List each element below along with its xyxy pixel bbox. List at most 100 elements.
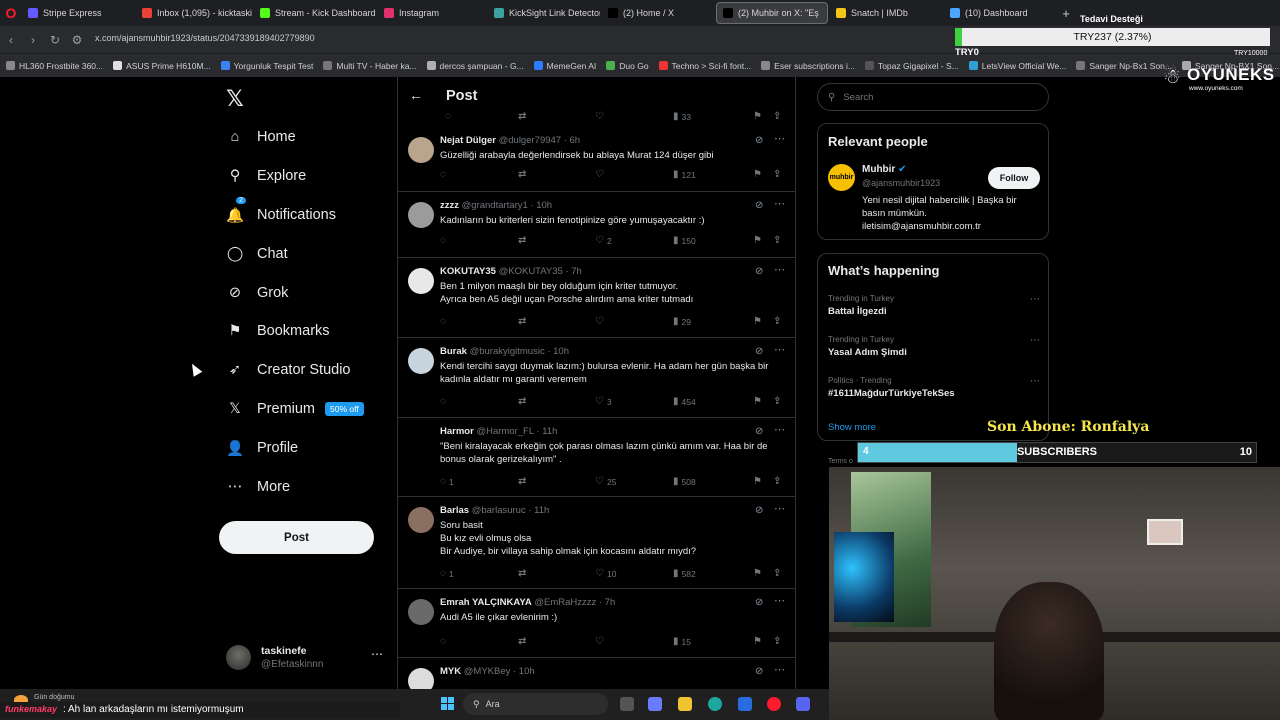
views-button[interactable]: ▮ 508 xyxy=(673,476,696,487)
opera-icon[interactable] xyxy=(767,697,781,711)
opera-logo-icon[interactable]: O xyxy=(0,0,22,26)
tweet-handle[interactable]: @MYKBey · 10h xyxy=(464,666,535,677)
bookmark-icon[interactable]: ⚑ xyxy=(753,111,765,122)
reply-tweet[interactable]: zzzz @grandtartary1 · 10h ⊘ ⋯ Kadınların bu… xyxy=(398,192,795,258)
more-icon[interactable]: ⋯ xyxy=(774,423,785,436)
start-icon[interactable] xyxy=(441,697,455,711)
reload-icon[interactable]: ↻ xyxy=(44,33,66,47)
avatar[interactable] xyxy=(408,599,434,625)
views-button[interactable]: ▮ 121 xyxy=(673,169,696,180)
grok-icon[interactable]: ⊘ xyxy=(755,346,763,357)
back-arrow-icon[interactable]: ← xyxy=(409,87,423,103)
bookmark-button[interactable]: ⚑ xyxy=(753,235,765,246)
bookmark-item[interactable]: Sanger Np-Bx1 Son... xyxy=(1076,61,1172,71)
reply-tweet[interactable]: Emrah YALÇINKAYA @EmRaHzzzz · 7h ⊘ ⋯ Audi A… xyxy=(398,589,795,658)
trend-item[interactable]: Trending in Turkey Yasal Adım Şimdi ⋯ xyxy=(828,335,1040,358)
share-button[interactable]: ⇪ xyxy=(773,235,784,246)
tweet-handle[interactable]: @KOKUTAY35 · 7h xyxy=(499,266,582,277)
browser-tab[interactable]: Snatch | IMDb xyxy=(830,2,942,24)
browser-tab[interactable]: (10) Dashboard xyxy=(944,2,1056,24)
retweet-button[interactable]: ⇄ xyxy=(518,396,529,407)
grok-icon[interactable]: ⊘ xyxy=(755,135,763,146)
retweet-button[interactable]: ⇄ xyxy=(518,169,529,180)
trend-item[interactable]: Politics · Trending #1611MağdurTürkiyeTek… xyxy=(828,376,1040,399)
browser-tab[interactable]: Stream - Kick Dashboard xyxy=(254,2,376,24)
like-button[interactable]: ♡ 2 xyxy=(595,235,612,246)
reply-button[interactable]: ◌ xyxy=(440,316,449,327)
bookmark-button[interactable]: ⚑ xyxy=(753,476,765,487)
tweet-author[interactable]: Nejat Dülger xyxy=(440,135,496,146)
tweet-handle[interactable]: @grandtartary1 · 10h xyxy=(462,200,552,211)
avatar[interactable] xyxy=(408,268,434,294)
store-icon[interactable] xyxy=(738,697,752,711)
tweet-author[interactable]: MYK xyxy=(440,666,461,677)
more-icon[interactable]: ⋯ xyxy=(1030,335,1040,346)
sidebar-item-more[interactable]: ⋯ More xyxy=(226,473,290,501)
share-button[interactable]: ⇪ xyxy=(773,169,784,180)
bookmark-item[interactable]: Multi TV - Haber ka... xyxy=(323,61,417,71)
bookmark-button[interactable]: ⚑ xyxy=(753,568,765,579)
reply-button[interactable]: ◌ xyxy=(440,169,449,180)
like-button[interactable]: ♡ xyxy=(595,316,607,327)
weather-widget[interactable]: Gün doğumu xyxy=(34,694,74,701)
retweet-button[interactable]: ⇄ xyxy=(518,235,529,246)
reply-tweet[interactable]: Burak @burakyigitmusic · 10h ⊘ ⋯ Kendi terc… xyxy=(398,338,795,418)
taskbar-search[interactable]: ⚲ Ara xyxy=(463,693,608,715)
like-button[interactable]: ♡ 25 xyxy=(595,476,616,487)
share-button[interactable]: ⇪ xyxy=(773,476,784,487)
like-button[interactable]: ♡ 3 xyxy=(595,396,612,407)
tweet-author[interactable]: Harmor xyxy=(440,426,474,437)
views-button[interactable]: ▮ 150 xyxy=(673,235,696,246)
retweet-icon[interactable]: ⇄ xyxy=(518,111,529,122)
bookmark-button[interactable]: ⚑ xyxy=(753,636,765,647)
retweet-button[interactable]: ⇄ xyxy=(518,476,529,487)
person-name[interactable]: Muhbir ✔ xyxy=(862,164,907,175)
sidebar-item-explore[interactable]: ⚲ Explore xyxy=(226,162,306,190)
bookmark-item[interactable]: LetsView Official We... xyxy=(968,61,1066,71)
tweet-handle[interactable]: @barlasuruc · 11h xyxy=(472,505,550,516)
more-icon[interactable]: ⋯ xyxy=(1030,376,1040,387)
tweet-handle[interactable]: @dulger79947 · 6h xyxy=(499,135,580,146)
browser-tab[interactable]: KickSight Link Detector xyxy=(488,2,600,24)
browser-tab[interactable]: Stripe Express xyxy=(22,2,134,24)
views-button[interactable]: ▮ 454 xyxy=(673,396,696,407)
like-button[interactable]: ♡ xyxy=(595,636,607,647)
more-icon[interactable]: ⋯ xyxy=(774,502,785,515)
avatar[interactable] xyxy=(408,668,434,689)
edge-icon[interactable] xyxy=(708,697,722,711)
share-button[interactable]: ⇪ xyxy=(773,568,784,579)
retweet-button[interactable]: ⇄ xyxy=(518,636,529,647)
grok-icon[interactable]: ⊘ xyxy=(755,200,763,211)
browser-tab[interactable]: Instagram xyxy=(378,2,486,24)
bookmark-button[interactable]: ⚑ xyxy=(753,169,765,180)
views-button[interactable]: ▮ 582 xyxy=(673,568,696,579)
reply-button[interactable]: ◌ 1 xyxy=(440,476,454,487)
copilot-icon[interactable] xyxy=(648,697,662,711)
more-icon[interactable]: ⋯ xyxy=(774,343,785,356)
show-more-link[interactable]: Show more xyxy=(828,422,876,433)
sidebar-item-bookmarks[interactable]: ⚑ Bookmarks xyxy=(226,317,330,345)
avatar[interactable] xyxy=(408,202,434,228)
sidebar-item-creator-studio[interactable]: ➶ Creator Studio xyxy=(226,356,351,384)
bookmark-item[interactable]: Yorgunluk Tespit Test xyxy=(220,61,313,71)
back-icon[interactable]: ‹ xyxy=(0,33,22,47)
grok-icon[interactable]: ⊘ xyxy=(755,426,763,437)
follow-button[interactable]: Follow xyxy=(988,167,1040,189)
avatar[interactable] xyxy=(408,507,434,533)
views-button[interactable]: ▮ 29 xyxy=(673,316,691,327)
post-button[interactable]: Post xyxy=(219,521,374,554)
reply-tweet[interactable]: MYK @MYKBey · 10h ⊘ ⋯ xyxy=(398,658,795,689)
terms-link[interactable]: Terms o xyxy=(828,458,853,465)
reply-tweet[interactable]: Harmor @Harmor_FL · 11h ⊘ ⋯ "Beni kiralayac… xyxy=(398,418,795,497)
forward-icon[interactable]: › xyxy=(22,33,44,47)
like-button[interactable]: ♡ xyxy=(595,169,607,180)
bookmark-item[interactable]: Eser subscriptions i... xyxy=(761,61,855,71)
grok-icon[interactable]: ⊘ xyxy=(755,666,763,677)
account-switcher[interactable]: taskinefe @Efetaskinnn ⋯ xyxy=(226,643,386,673)
reply-tweet[interactable]: Nejat Dülger @dulger79947 · 6h ⊘ ⋯ Güzelliğ… xyxy=(398,127,795,192)
more-icon[interactable]: ⋯ xyxy=(1030,294,1040,305)
bookmark-item[interactable]: Techno > Sci-fi font... xyxy=(658,61,751,71)
search-input[interactable]: ⚲ Search xyxy=(817,83,1049,111)
more-icon[interactable]: ⋯ xyxy=(371,647,383,661)
browser-tab[interactable]: (2) Muhbir on X: "Eş xyxy=(716,2,828,24)
